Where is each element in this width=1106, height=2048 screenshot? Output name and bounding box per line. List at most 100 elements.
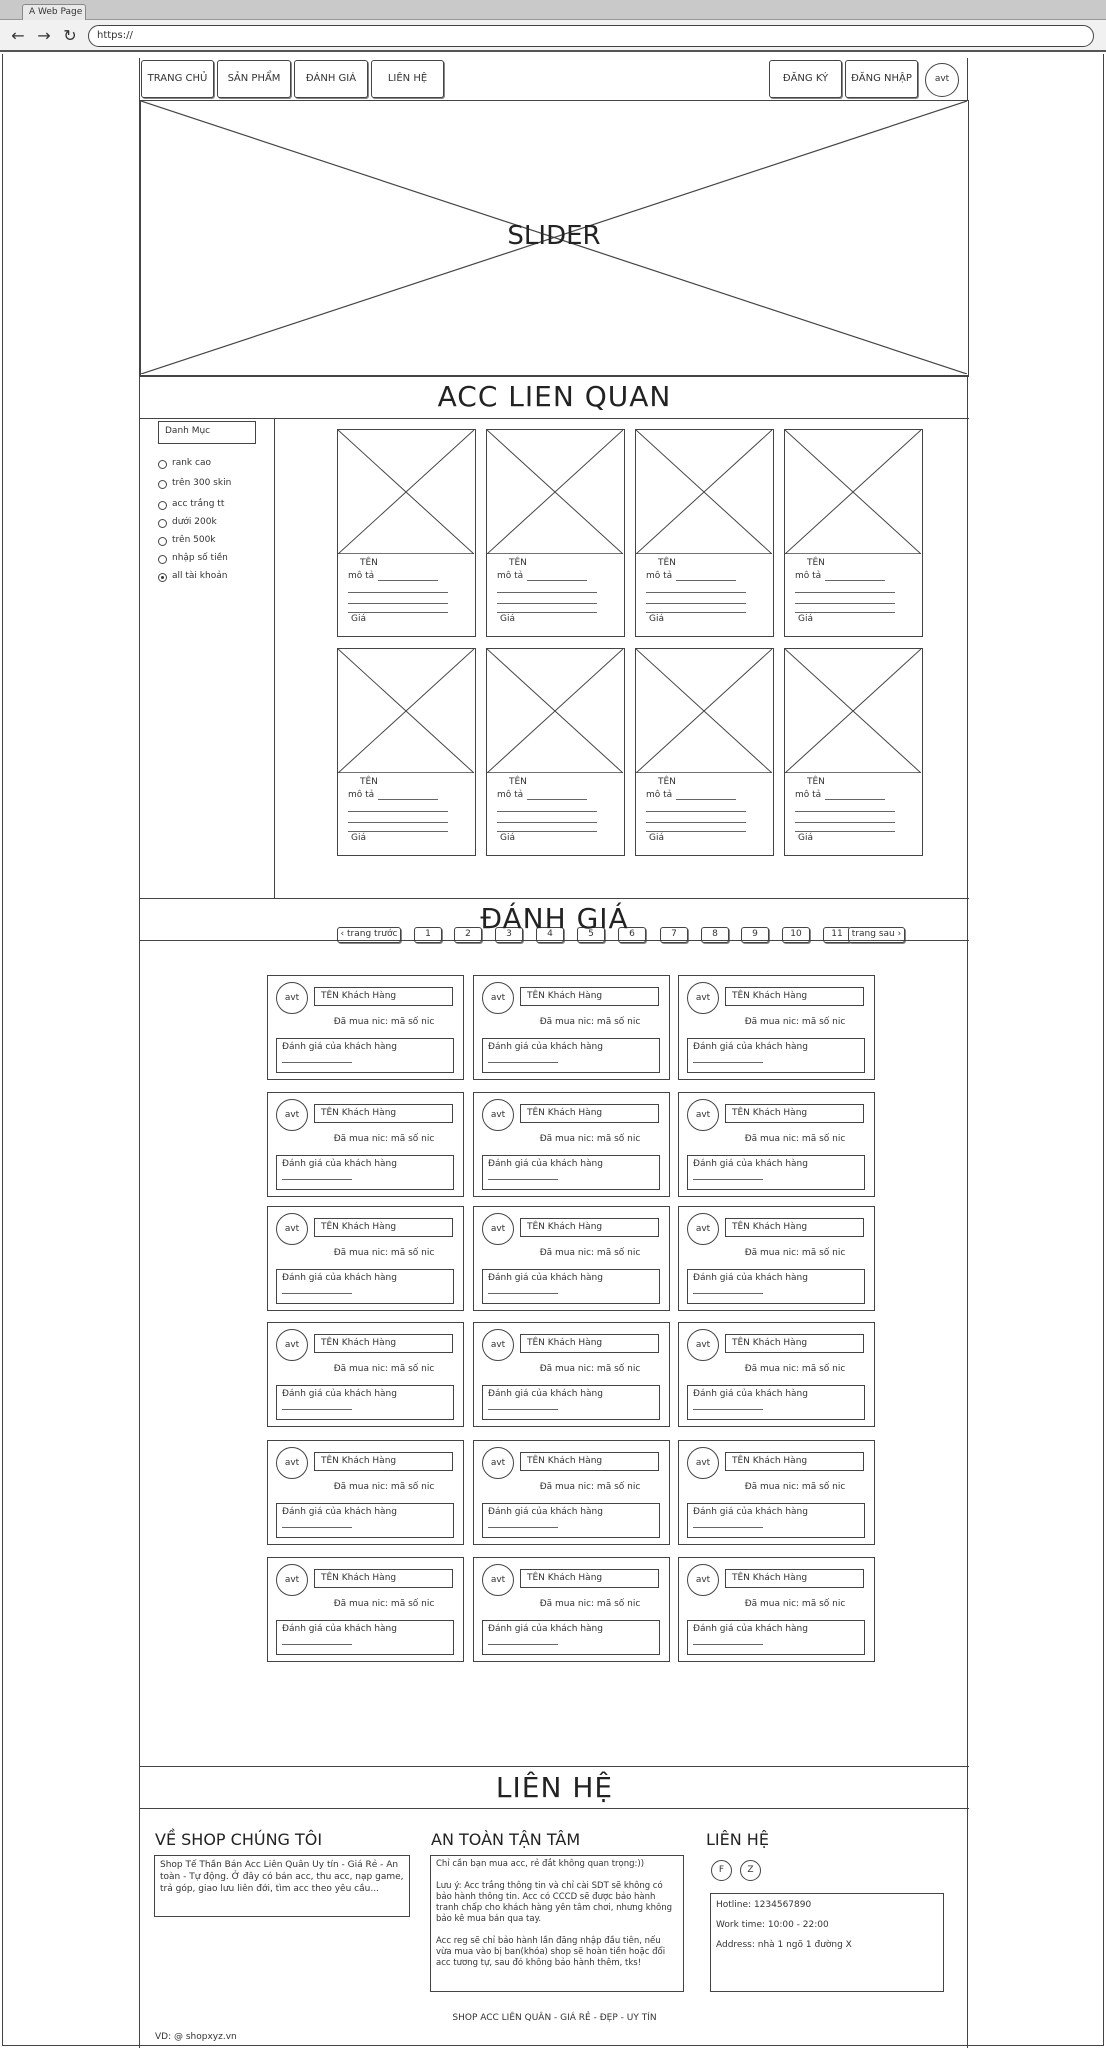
review-body: Đánh giá của khách hàng <box>276 1038 454 1073</box>
review-text: Đánh giá của khách hàng <box>488 1042 603 1052</box>
purchase-note: Đã mua nic: mã số nic <box>744 1482 846 1492</box>
review-line <box>282 1179 352 1180</box>
review-card: avt TÊN Khách Hàng Đã mua nic: mã số nic Đá… <box>678 1092 875 1197</box>
purchase-note: Đã mua nic: mã số nic <box>539 1599 641 1609</box>
browser-tab[interactable]: A Web Page <box>22 4 86 20</box>
product-desc: mô tả <box>497 571 524 581</box>
reviewer-avatar[interactable]: avt <box>482 1213 514 1245</box>
product-name: TÊN <box>658 777 676 787</box>
reviewer-avatar[interactable]: avt <box>687 1329 719 1361</box>
purchase-note: Đã mua nic: mã số nic <box>333 1599 435 1609</box>
radio-300-skin[interactable] <box>158 480 167 489</box>
reviewer-avatar[interactable]: avt <box>482 1447 514 1479</box>
address-bar[interactable]: https:// <box>88 25 1094 47</box>
review-card: avt TÊN Khách Hàng Đã mua nic: mã số nic Đá… <box>267 1206 464 1311</box>
slider[interactable]: SLIDER <box>140 100 969 376</box>
radio-tren-500k[interactable] <box>158 537 167 546</box>
product-card[interactable]: TÊN mô tả Giá <box>784 648 923 856</box>
reviewer-name: TÊN Khách Hàng <box>520 987 659 1006</box>
radio-all-tai-khoan[interactable] <box>158 573 167 582</box>
reviewer-name: TÊN Khách Hàng <box>314 1334 453 1353</box>
review-card: avt TÊN Khách Hàng Đã mua nic: mã số nic Đá… <box>678 1206 875 1311</box>
slider-label: SLIDER <box>507 221 601 251</box>
user-avatar[interactable]: avt <box>925 63 959 97</box>
desc-line <box>795 811 895 812</box>
reviewer-avatar[interactable]: avt <box>276 1564 308 1596</box>
reviewer-avatar[interactable]: avt <box>276 982 308 1014</box>
product-card[interactable]: TÊN mô tả Giá <box>337 648 476 856</box>
radio-nhap-so-tien[interactable] <box>158 555 167 564</box>
reviewer-avatar[interactable]: avt <box>482 982 514 1014</box>
product-desc: mô tả <box>646 790 673 800</box>
register-button[interactable]: ĐĂNG KÝ <box>769 60 842 98</box>
reviewer-name: TÊN Khách Hàng <box>520 1569 659 1588</box>
reviewer-avatar[interactable]: avt <box>276 1329 308 1361</box>
review-card: avt TÊN Khách Hàng Đã mua nic: mã số nic Đá… <box>267 1557 464 1662</box>
nav-home-button[interactable]: TRANG CHỦ <box>141 60 214 98</box>
safety-paragraph: Chỉ cần bạn mua acc, rẻ đắt không quan t… <box>436 1859 645 1869</box>
product-desc: mô tả <box>497 790 524 800</box>
about-text: Shop Tế Thần Bán Acc Liên Quân Uy tín - … <box>154 1855 410 1917</box>
category-option-label: trên 500k <box>172 535 216 545</box>
reviewer-avatar[interactable]: avt <box>276 1213 308 1245</box>
review-card: avt TÊN Khách Hàng Đã mua nic: mã số nic Đá… <box>473 1092 670 1197</box>
desc-line <box>497 811 597 812</box>
desc-line <box>795 831 895 832</box>
login-button[interactable]: ĐĂNG NHẬP <box>845 60 918 98</box>
review-card: avt TÊN Khách Hàng Đã mua nic: mã số nic Đá… <box>678 1440 875 1545</box>
product-card[interactable]: TÊN mô tả Giá <box>337 429 476 637</box>
radio-acc-trang[interactable] <box>158 501 167 510</box>
reviewer-name: TÊN Khách Hàng <box>725 1104 864 1123</box>
category-option-label: acc trắng tt <box>172 499 225 509</box>
facebook-icon[interactable]: F <box>711 1860 732 1881</box>
reviewer-avatar[interactable]: avt <box>276 1447 308 1479</box>
product-price: Giá <box>500 614 515 624</box>
desc-line <box>795 603 895 604</box>
review-body: Đánh giá của khách hàng <box>276 1620 454 1655</box>
divider <box>140 898 969 899</box>
zalo-icon[interactable]: Z <box>740 1860 761 1881</box>
reviewer-avatar[interactable]: avt <box>687 1213 719 1245</box>
back-arrow-icon[interactable]: ← <box>8 26 28 46</box>
reviewer-name: TÊN Khách Hàng <box>725 1452 864 1471</box>
products-section-title: ACC LIEN QUAN <box>437 380 672 413</box>
reviews-section-title: ĐÁNH GIÁ <box>480 902 629 935</box>
review-body: Đánh giá của khách hàng <box>276 1503 454 1538</box>
nav-contact-button[interactable]: LIÊN HỆ <box>371 60 444 98</box>
reviewer-avatar[interactable]: avt <box>687 1564 719 1596</box>
nav-reviews-button[interactable]: ĐÁNH GIÁ <box>294 60 368 98</box>
product-desc: mô tả <box>795 571 822 581</box>
product-name: TÊN <box>807 777 825 787</box>
forward-arrow-icon[interactable]: → <box>34 26 54 46</box>
product-card[interactable]: TÊN mô tả Giá <box>784 429 923 637</box>
reviewer-name: TÊN Khách Hàng <box>520 1452 659 1471</box>
radio-rank-cao[interactable] <box>158 460 167 469</box>
review-card: avt TÊN Khách Hàng Đã mua nic: mã số nic Đá… <box>678 1322 875 1427</box>
reviewer-avatar[interactable]: avt <box>482 1329 514 1361</box>
reload-icon[interactable]: ↻ <box>60 26 80 46</box>
desc-line <box>825 580 885 581</box>
nav-products-button[interactable]: SẢN PHẨM <box>217 60 291 98</box>
review-line <box>488 1179 558 1180</box>
product-card[interactable]: TÊN mô tả Giá <box>486 429 625 637</box>
review-line <box>488 1062 558 1063</box>
desc-line <box>795 822 895 823</box>
product-card[interactable]: TÊN mô tả Giá <box>635 429 774 637</box>
address: Address: nhà 1 ngõ 1 đường X <box>716 1940 852 1950</box>
radio-duoi-200k[interactable] <box>158 519 167 528</box>
reviewer-avatar[interactable]: avt <box>687 1099 719 1131</box>
product-card[interactable]: TÊN mô tả Giá <box>486 648 625 856</box>
reviewer-avatar[interactable]: avt <box>687 1447 719 1479</box>
product-card[interactable]: TÊN mô tả Giá <box>635 648 774 856</box>
reviewer-avatar[interactable]: avt <box>687 982 719 1014</box>
review-card: avt TÊN Khách Hàng Đã mua nic: mã số nic Đá… <box>473 975 670 1080</box>
review-card: avt TÊN Khách Hàng Đã mua nic: mã số nic Đá… <box>267 975 464 1080</box>
reviewer-name: TÊN Khách Hàng <box>314 1104 453 1123</box>
reviewer-avatar[interactable]: avt <box>276 1099 308 1131</box>
desc-line <box>527 580 587 581</box>
reviewer-avatar[interactable]: avt <box>482 1564 514 1596</box>
review-body: Đánh giá của khách hàng <box>276 1269 454 1304</box>
review-line <box>693 1644 763 1645</box>
divider <box>140 418 969 419</box>
reviewer-avatar[interactable]: avt <box>482 1099 514 1131</box>
